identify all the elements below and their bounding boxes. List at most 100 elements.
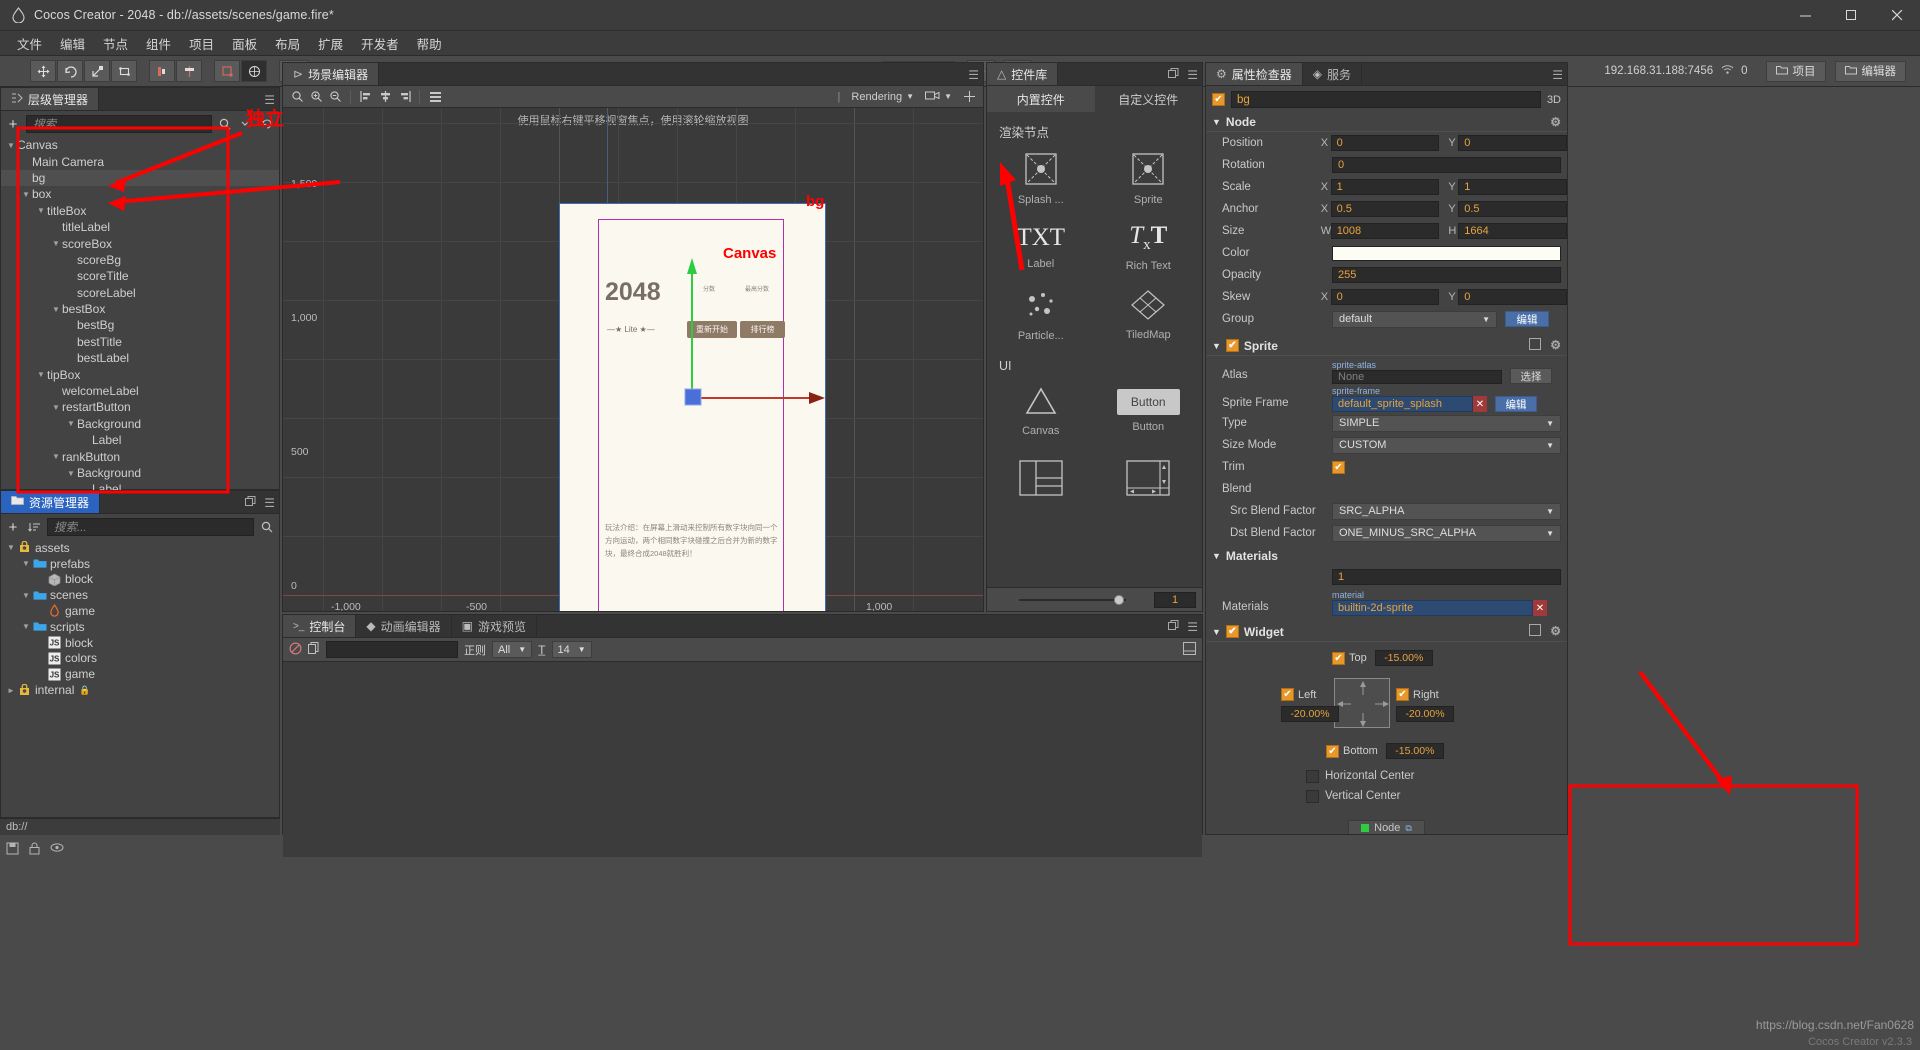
widget-zoom-slider[interactable]	[993, 593, 1146, 607]
panel-menu-icon[interactable]: ☰	[1187, 620, 1198, 634]
asset-item-game[interactable]: ▼JSgame	[1, 666, 279, 682]
hierarchy-node-tipbox[interactable]: ▼ tipBox	[1, 366, 279, 382]
tab-widget-library[interactable]: △ 控件库	[987, 63, 1059, 85]
position-x-field[interactable]: 0	[1330, 135, 1440, 151]
widget-canvas[interactable]: Canvas	[987, 377, 1095, 445]
hierarchy-node-scoretitle[interactable]: ▼scoreTitle	[1, 268, 279, 284]
hierarchy-node-rankbutton[interactable]: ▼ rankButton	[1, 448, 279, 464]
tab-hierarchy[interactable]: 层级管理器	[1, 88, 100, 110]
menu-item-panel[interactable]: 面板	[223, 32, 266, 55]
panel-menu-icon[interactable]: ☰	[1187, 68, 1198, 82]
refresh-icon[interactable]	[259, 116, 275, 132]
align-tool-icon[interactable]	[149, 60, 175, 82]
sprite-frame-edit-button[interactable]: 编辑	[1495, 396, 1537, 412]
materials-count-field[interactable]: 1	[1332, 569, 1561, 585]
skew-y-field[interactable]: 0	[1458, 289, 1567, 305]
widget-right-value[interactable]: -20.00%	[1396, 706, 1454, 722]
popout-icon[interactable]	[1168, 619, 1179, 634]
menu-item-layout[interactable]: 布局	[266, 32, 309, 55]
asset-item-game[interactable]: ▼game	[1, 603, 279, 619]
distribute-icon[interactable]	[427, 89, 443, 105]
hierarchy-node-welcomelabel[interactable]: ▼welcomeLabel	[1, 383, 279, 399]
popout-icon[interactable]	[1168, 67, 1179, 82]
hierarchy-node-canvas[interactable]: ▼ Canvas	[1, 137, 279, 153]
asset-item-block[interactable]: ▼JSblock	[1, 635, 279, 651]
chevron-right-icon[interactable]: ►	[5, 686, 17, 695]
add-component-button[interactable]: Node ⧉	[1348, 820, 1425, 834]
rotation-field[interactable]: 0	[1332, 157, 1561, 173]
console-level-select[interactable]: All ▼	[492, 641, 533, 658]
font-icon[interactable]: T̲	[538, 643, 545, 657]
tab-services[interactable]: ◈ 服务	[1302, 63, 1363, 85]
widget-right-checkbox[interactable]: ✔	[1396, 688, 1409, 701]
widget-scrollview[interactable]	[1095, 445, 1203, 513]
materials-field[interactable]: builtin-2d-sprite	[1332, 600, 1533, 616]
widget-bottom-checkbox[interactable]: ✔	[1326, 744, 1339, 758]
chevron-down-icon[interactable]: ▼	[50, 305, 62, 314]
console-output-area[interactable]	[283, 662, 1202, 857]
panel-menu-icon[interactable]: ☰	[968, 68, 979, 82]
chevron-down-icon[interactable]: ▼	[50, 403, 62, 412]
anchor-x-field[interactable]: 0.5	[1330, 201, 1440, 217]
hierarchy-node-titlebox[interactable]: ▼ titleBox	[1, 203, 279, 219]
atlas-field[interactable]: None	[1332, 370, 1502, 384]
chevron-down-icon[interactable]: ▼	[50, 452, 62, 461]
chevron-down-icon[interactable]: ▼	[50, 239, 62, 248]
node-name-field[interactable]: bg	[1231, 91, 1541, 108]
clear-icon[interactable]	[289, 641, 302, 658]
tab-scene-editor[interactable]: ⊳ 场景编辑器	[283, 63, 380, 85]
sprite-frame-field[interactable]: default_sprite_splash	[1332, 396, 1473, 412]
dst-blend-select[interactable]: ONE_MINUS_SRC_ALPHA ▼	[1332, 524, 1561, 542]
menu-item-help[interactable]: 帮助	[408, 32, 451, 55]
gizmo-icon[interactable]	[961, 89, 977, 105]
panel-menu-icon[interactable]: ☰	[264, 93, 275, 107]
zoom-fit-icon[interactable]	[289, 89, 305, 105]
sprite-section-header[interactable]: ▼ ✔ Sprite ⚙	[1206, 336, 1567, 356]
align-right-icon[interactable]	[396, 89, 412, 105]
group-edit-button[interactable]: 编辑	[1505, 311, 1549, 327]
widget-section-header[interactable]: ▼ ✔ Widget ⚙	[1206, 622, 1567, 642]
widget-layout[interactable]	[987, 445, 1095, 513]
hierarchy-node-titlelabel[interactable]: ▼titleLabel	[1, 219, 279, 235]
expand-icon[interactable]	[238, 116, 254, 132]
move-tool-icon[interactable]	[30, 60, 56, 82]
widget-vcenter-checkbox[interactable]: ✔	[1306, 789, 1319, 803]
asset-item-internal[interactable]: ► internal 🔒	[1, 682, 279, 698]
chevron-down-icon[interactable]: ▼	[5, 543, 17, 552]
assets-search-input[interactable]: 搜索...	[47, 518, 254, 536]
node-section-header[interactable]: ▼ Node ⚙	[1206, 112, 1567, 132]
widget-enabled-checkbox[interactable]: ✔	[1225, 625, 1239, 638]
hierarchy-node-scorebg[interactable]: ▼scoreBg	[1, 252, 279, 268]
asset-item-scenes[interactable]: ▼ scenes	[1, 587, 279, 603]
hierarchy-node-label[interactable]: ▼Label	[1, 432, 279, 448]
chevron-down-icon[interactable]: ▼	[20, 190, 32, 199]
scene-viewport[interactable]: 使用鼠标右键平移视窗焦点，使用滚轮缩放视图 1,500 1,000 500 0 …	[283, 108, 983, 611]
sort-icon[interactable]	[26, 519, 42, 535]
widget-top-checkbox[interactable]: ✔	[1332, 651, 1345, 665]
search-icon[interactable]	[259, 519, 275, 535]
grid-tool-icon[interactable]	[241, 60, 267, 82]
widget-hcenter-checkbox[interactable]: ✔	[1306, 769, 1319, 783]
tab-inspector[interactable]: ⚙ 属性检查器	[1206, 63, 1303, 85]
chevron-down-icon[interactable]: ▼	[20, 559, 32, 568]
eye-icon[interactable]	[50, 842, 64, 858]
gear-icon[interactable]: ⚙	[1550, 338, 1561, 353]
anchor-y-field[interactable]: 0.5	[1458, 201, 1567, 217]
lock-icon[interactable]	[29, 842, 40, 858]
chevron-down-icon[interactable]: ▼	[20, 591, 32, 600]
tab-assets[interactable]: 资源管理器	[1, 491, 101, 513]
console-regex-label[interactable]: 正则	[464, 642, 486, 658]
console-collapse-icon[interactable]	[1183, 641, 1196, 658]
widget-splash[interactable]: Splash ...	[987, 145, 1095, 213]
hierarchy-node-background[interactable]: ▼ Background	[1, 465, 279, 481]
tab-game-preview[interactable]: ▣ 游戏预览	[451, 615, 538, 637]
widget-tiledmap[interactable]: TiledMap	[1095, 281, 1203, 349]
menu-item-project[interactable]: 项目	[180, 32, 223, 55]
size-h-field[interactable]: 1664	[1458, 223, 1567, 239]
asset-item-assets[interactable]: ▼ assets	[1, 540, 279, 556]
gear-icon[interactable]: ⚙	[1550, 115, 1561, 129]
menu-item-developer[interactable]: 开发者	[352, 32, 408, 55]
skew-x-field[interactable]: 0	[1330, 289, 1440, 305]
help-icon[interactable]	[1529, 338, 1542, 353]
tab-custom-widgets[interactable]: 自定义控件	[1094, 86, 1202, 112]
